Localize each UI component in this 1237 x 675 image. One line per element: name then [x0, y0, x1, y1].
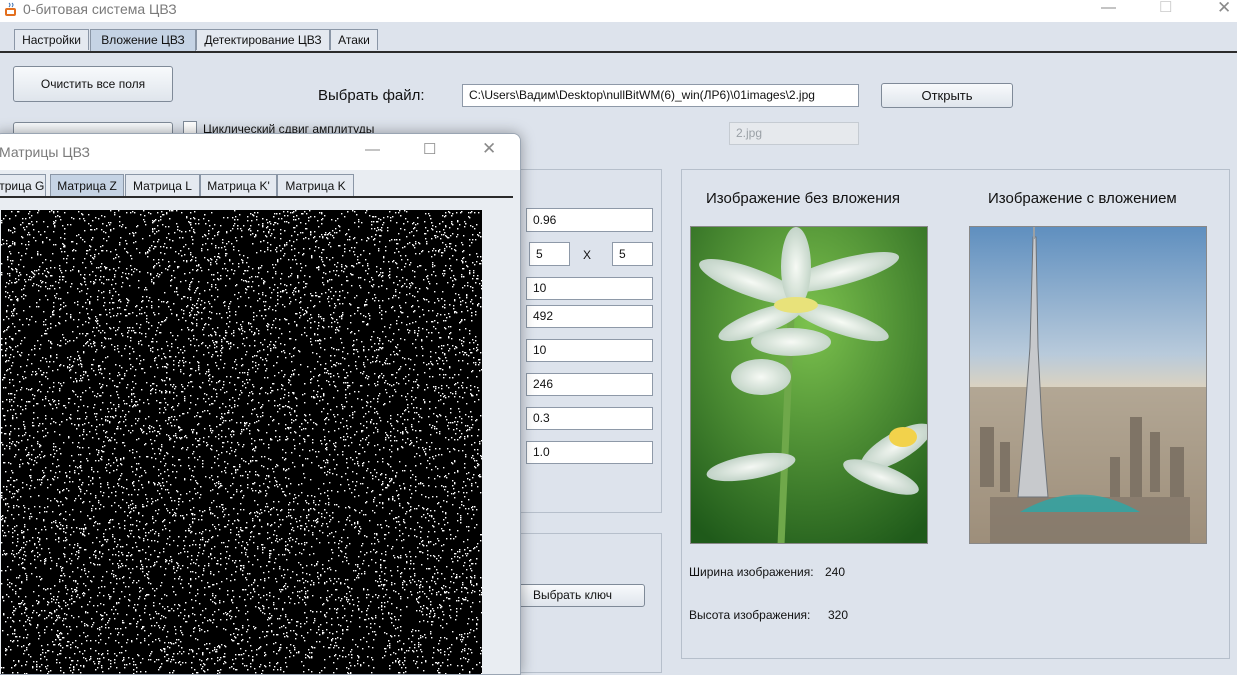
open-button[interactable]: Открыть: [881, 83, 1013, 108]
clear-all-button[interactable]: Очистить все поля: [13, 66, 173, 102]
tab-matrix-l[interactable]: Матрица L: [125, 174, 200, 197]
param-field-4[interactable]: 492: [526, 305, 653, 328]
tab-matrix-g[interactable]: Матрица G: [0, 174, 46, 197]
watermarked-image-caption: Изображение с вложением: [988, 190, 1177, 207]
width-label: Ширина изображения:: [689, 565, 814, 579]
matrices-window-title: Матрицы ЦВЗ: [0, 144, 90, 160]
child-tab-divider: [0, 196, 513, 198]
x-separator: X: [583, 248, 591, 262]
file-path-input[interactable]: C:\Users\Вадим\Desktop\nullBitWM(6)_win(…: [462, 84, 859, 107]
minimize-button[interactable]: —: [1101, 0, 1116, 16]
tab-matrix-k[interactable]: Матрица K: [277, 174, 354, 197]
tab-matrix-k-prime[interactable]: Матрица K': [200, 174, 277, 197]
close-button[interactable]: ✕: [1217, 0, 1231, 16]
select-file-label: Выбрать файл:: [318, 87, 425, 104]
matrix-scrollbar-area: [485, 210, 513, 675]
matrices-minimize-button[interactable]: —: [365, 142, 380, 158]
original-image: [690, 226, 928, 544]
tab-divider: [0, 51, 1237, 53]
height-label: Высота изображения:: [689, 608, 810, 622]
matrices-close-button[interactable]: ✕: [482, 141, 496, 157]
param-field-8[interactable]: 1.0: [526, 441, 653, 464]
param-field-3[interactable]: 10: [526, 277, 653, 300]
tab-settings[interactable]: Настройки: [14, 29, 89, 50]
param-field-1[interactable]: 0.96: [526, 208, 653, 232]
tab-detect[interactable]: Детектирование ЦВЗ: [196, 29, 330, 50]
select-key-button[interactable]: Выбрать ключ: [500, 584, 645, 607]
watermarked-image: [969, 226, 1207, 544]
java-app-icon: [3, 2, 19, 18]
tab-attacks[interactable]: Атаки: [330, 29, 378, 50]
block-width-field[interactable]: 5: [529, 242, 570, 266]
height-value: 320: [828, 608, 848, 622]
title-bar: [0, 0, 1237, 22]
original-image-caption: Изображение без вложения: [706, 190, 900, 207]
block-height-field[interactable]: 5: [612, 242, 653, 266]
tab-matrix-z[interactable]: Матрица Z: [50, 174, 124, 197]
param-field-5[interactable]: 10: [526, 339, 653, 362]
matrices-window[interactable]: Матрицы ЦВЗ — ☐ ✕ Матрица G Матрица Z Ма…: [0, 133, 521, 675]
param-field-6[interactable]: 246: [526, 373, 653, 396]
maximize-button[interactable]: ☐: [1159, 0, 1172, 16]
width-value: 240: [825, 565, 845, 579]
window-title: 0-битовая система ЦВЗ: [23, 0, 177, 18]
tab-embed[interactable]: Вложение ЦВЗ: [90, 29, 196, 51]
matrices-maximize-button[interactable]: ☐: [423, 142, 436, 158]
file-name-field: 2.jpg: [729, 122, 859, 145]
param-field-7[interactable]: 0.3: [526, 407, 653, 430]
matrix-z-display: [1, 210, 482, 675]
